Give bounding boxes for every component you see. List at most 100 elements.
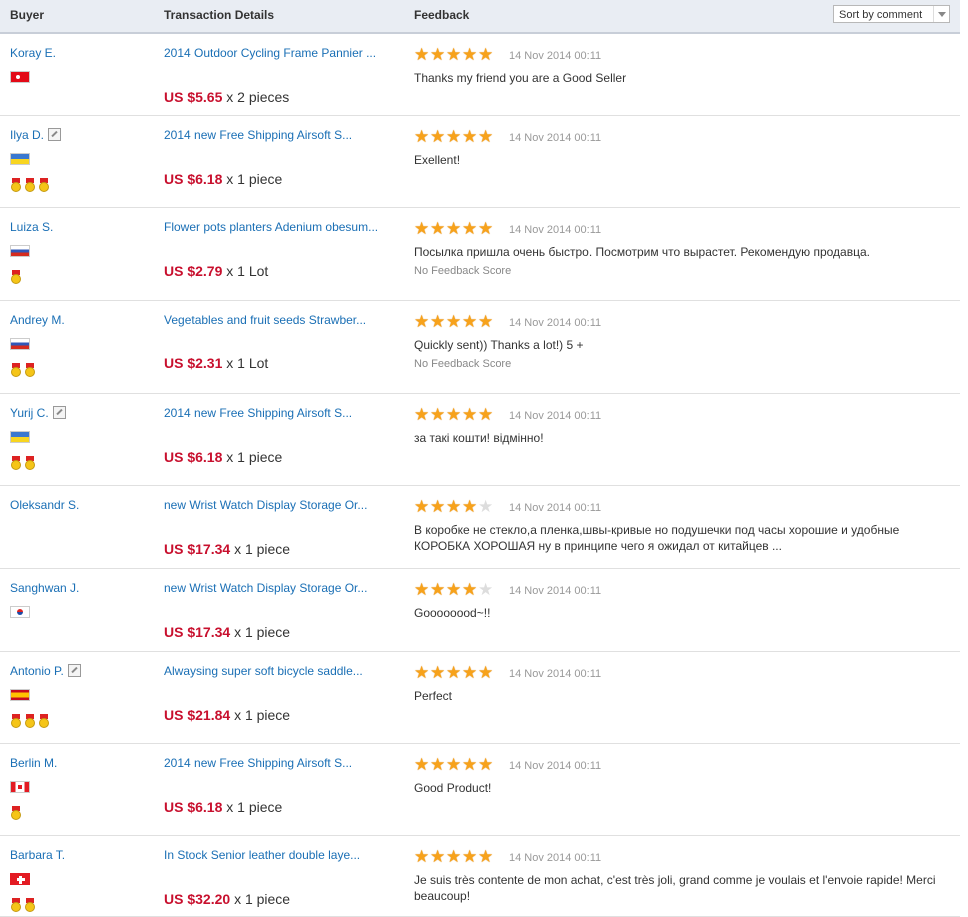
star-icon: ★ <box>414 755 430 774</box>
canada-flag-icon <box>10 781 30 793</box>
edit-note-icon[interactable] <box>48 128 62 141</box>
product-link[interactable]: 2014 new Free Shipping Airsoft S... <box>164 756 352 770</box>
star-icon: ★ <box>478 405 494 424</box>
medal-icon <box>24 898 36 913</box>
feedback-date: 14 Nov 2014 00:11 <box>509 50 602 62</box>
medal-icon <box>24 178 36 193</box>
star-icon: ★ <box>462 219 478 238</box>
star-icon: ★ <box>462 127 478 146</box>
price-line: US $2.31 x 1 Lot <box>164 355 268 371</box>
buyer-name-link[interactable]: Berlin M. <box>10 756 57 770</box>
medal-icon <box>10 714 22 729</box>
buyer-name-group: Antonio P. <box>10 664 81 678</box>
product-link[interactable]: 2014 new Free Shipping Airsoft S... <box>164 128 352 142</box>
product-link[interactable]: new Wrist Watch Display Storage Or... <box>164 581 367 595</box>
buyer-rank-medals <box>10 178 50 194</box>
buyer-name-link[interactable]: Koray E. <box>10 46 56 60</box>
product-link[interactable]: Flower pots planters Adenium obesum... <box>164 220 378 234</box>
star-icon: ★ <box>462 312 478 331</box>
buyer-name-link[interactable]: Ilya D. <box>10 128 44 142</box>
edit-note-icon[interactable] <box>52 406 66 419</box>
quantity: x 1 piece <box>234 541 291 557</box>
buyer-rank-medals <box>10 270 22 286</box>
quantity: x 1 piece <box>226 449 283 465</box>
medal-icon <box>38 178 50 193</box>
feedback-comment: Thanks my friend you are a Good Seller <box>414 71 627 85</box>
table-row: Koray E. 2014 Outdoor Cycling Frame Panni… <box>0 34 960 116</box>
star-icon: ★ <box>462 847 478 866</box>
price-line: US $2.79 x 1 Lot <box>164 263 268 279</box>
star-icon: ★ <box>446 580 462 599</box>
price: US $5.65 <box>164 89 223 105</box>
rating-stars: ★ ★ ★ ★ ★ <box>414 664 494 681</box>
star-icon: ★ <box>478 219 494 238</box>
korea-flag-icon <box>10 606 30 618</box>
star-icon: ★ <box>446 312 462 331</box>
quantity: x 1 piece <box>226 799 283 815</box>
price: US $17.34 <box>164 624 231 640</box>
product-link[interactable]: 2014 new Free Shipping Airsoft S... <box>164 406 352 420</box>
buyer-rank-medals <box>10 456 36 472</box>
edit-note-icon[interactable] <box>67 664 81 677</box>
feedback-comment: Goooooood~!! <box>414 606 491 620</box>
medal-icon <box>38 714 50 729</box>
price-line: US $21.84 x 1 piece <box>164 707 290 723</box>
feedback-date: 14 Nov 2014 00:11 <box>509 852 602 864</box>
medal-icon <box>10 898 22 913</box>
buyer-name-link[interactable]: Oleksandr S. <box>10 498 79 512</box>
feedback-date: 14 Nov 2014 00:11 <box>509 585 602 597</box>
feedback-comment: Good Product! <box>414 781 492 795</box>
price-line: US $6.18 x 1 piece <box>164 171 282 187</box>
buyer-name-group: Ilya D. <box>10 128 62 142</box>
star-icon: ★ <box>430 755 446 774</box>
feedback-date: 14 Nov 2014 00:11 <box>509 224 602 236</box>
star-icon: ★ <box>462 755 478 774</box>
price-line: US $17.34 x 1 piece <box>164 541 290 557</box>
sort-dropdown[interactable]: Sort by comment <box>833 5 950 23</box>
rating-stars: ★ ★ ★ ★ ★ <box>414 848 494 865</box>
buyer-name-link[interactable]: Antonio P. <box>10 664 64 678</box>
product-link[interactable]: new Wrist Watch Display Storage Or... <box>164 498 367 512</box>
chevron-down-icon[interactable] <box>933 6 949 22</box>
transaction-column-header: Transaction Details <box>164 8 275 22</box>
buyer-name-link[interactable]: Andrey M. <box>10 313 65 327</box>
star-icon: ★ <box>462 663 478 682</box>
table-row: Sanghwan J. new Wrist Watch Display Stora… <box>0 569 960 652</box>
star-icon: ★ <box>414 127 430 146</box>
quantity: x 1 Lot <box>226 263 269 279</box>
medal-icon <box>10 270 22 285</box>
star-icon: ★ <box>414 847 430 866</box>
price-line: US $6.18 x 1 piece <box>164 449 282 465</box>
feedback-comment: Exellent! <box>414 153 461 167</box>
star-icon: ★ <box>430 219 446 238</box>
price-line: US $5.65 x 2 pieces <box>164 89 289 105</box>
feedback-comment: Quickly sent)) Thanks a lot!) 5 + <box>414 338 584 352</box>
buyer-name-link[interactable]: Yurij C. <box>10 406 49 420</box>
star-icon: ★ <box>462 580 478 599</box>
rating-stars: ★ ★ ★ ★ ★ <box>414 313 494 330</box>
russia-flag-icon <box>10 338 30 350</box>
star-icon: ★ <box>478 312 494 331</box>
price: US $6.18 <box>164 799 223 815</box>
product-link[interactable]: 2014 Outdoor Cycling Frame Pannier ... <box>164 46 376 60</box>
buyer-name-link[interactable]: Sanghwan J. <box>10 581 79 595</box>
spain-flag-icon <box>10 689 30 701</box>
medal-icon <box>24 714 36 729</box>
switzerland-flag-icon <box>10 873 30 885</box>
star-icon: ★ <box>446 45 462 64</box>
table-row: Barbara T. In Stock Senior leather double… <box>0 836 960 917</box>
product-link[interactable]: Alwaysing super soft bicycle saddle... <box>164 664 363 678</box>
buyer-rank-medals <box>10 363 36 379</box>
buyer-name-link[interactable]: Barbara T. <box>10 848 65 862</box>
feedback-date: 14 Nov 2014 00:11 <box>509 502 602 514</box>
star-icon: ★ <box>430 45 446 64</box>
star-icon: ★ <box>478 755 494 774</box>
rating-stars: ★ ★ ★ ★ ★ <box>414 406 494 423</box>
price: US $32.20 <box>164 891 231 907</box>
buyer-name-link[interactable]: Luiza S. <box>10 220 53 234</box>
product-link[interactable]: In Stock Senior leather double laye... <box>164 848 360 862</box>
product-link[interactable]: Vegetables and fruit seeds Strawber... <box>164 313 366 327</box>
rating-stars: ★ ★ ★ ★ ★ <box>414 498 494 515</box>
buyer-column-header: Buyer <box>10 8 45 22</box>
feedback-comment: Посылка пришла очень быстро. Посмотрим ч… <box>414 245 870 259</box>
